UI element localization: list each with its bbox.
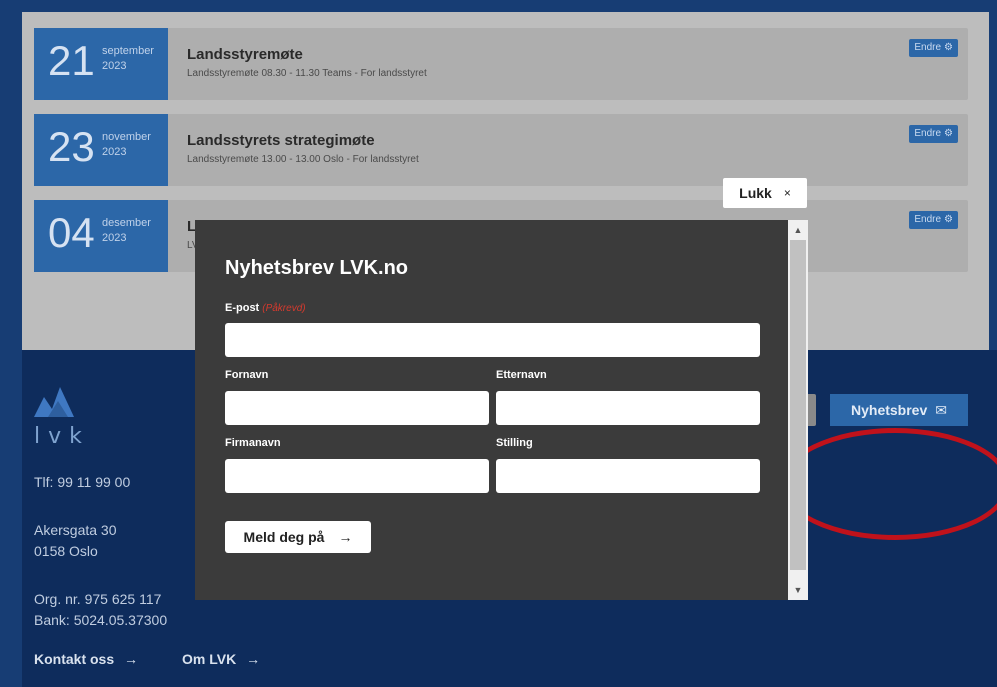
email-label-text: E-post	[225, 302, 260, 314]
footer-phone: Tlf: 99 11 99 00	[34, 474, 131, 490]
page-top-frame	[0, 0, 997, 12]
page-right-frame	[989, 0, 997, 350]
event-date: 04 desember 2023	[34, 200, 168, 272]
footer-org-nr: Org. nr. 975 625 117	[34, 591, 162, 607]
event-subtitle: Landsstyremøte 08.30 - 11.30 Teams - For…	[187, 68, 427, 79]
gear-icon: ⚙	[944, 128, 953, 139]
modal-scrollbar[interactable]: ▲ ▼	[788, 220, 808, 600]
position-label: Stilling	[496, 437, 533, 449]
envelope-icon: ✉	[935, 401, 947, 418]
company-label: Firmanavn	[225, 437, 281, 449]
event-month: september	[102, 45, 154, 57]
newsletter-button-label: Nyhetsbrev	[851, 402, 928, 418]
newsletter-modal: Nyhetsbrev LVK.no E-post (Påkrevd) Fornav…	[195, 220, 808, 600]
close-label: Lukk	[739, 185, 772, 201]
firstname-field[interactable]	[225, 391, 489, 425]
required-marker: (Påkrevd)	[262, 303, 306, 314]
footer-address-line1: Akersgata 30	[34, 522, 117, 538]
position-field[interactable]	[496, 459, 760, 493]
close-icon: ×	[783, 186, 791, 200]
edit-label: Endre	[914, 42, 942, 53]
scrollbar-thumb[interactable]	[790, 240, 806, 570]
about-link[interactable]: Om LVK →	[182, 651, 260, 667]
event-day: 04	[48, 209, 95, 256]
scroll-down-icon[interactable]: ▼	[788, 580, 808, 600]
subscribe-button[interactable]: Meld deg på →	[225, 521, 371, 553]
arrow-right-icon: →	[124, 651, 139, 667]
event-year: 2023	[102, 146, 127, 158]
event-title[interactable]: Landsstyrets strategimøte	[187, 132, 375, 149]
firstname-label: Fornavn	[225, 369, 269, 381]
gear-icon: ⚙	[944, 42, 953, 53]
edit-event-button[interactable]: Endre ⚙	[909, 125, 958, 143]
newsletter-button[interactable]: Nyhetsbrev ✉	[830, 394, 968, 426]
footer-address-line2: 0158 Oslo	[34, 543, 98, 559]
edit-event-button[interactable]: Endre ⚙	[909, 211, 958, 229]
event-subtitle: Landsstyremøte 13.00 - 13.00 Oslo - For …	[187, 154, 419, 165]
logo-text: lvk	[34, 424, 90, 449]
about-link-label: Om LVK	[182, 651, 237, 667]
event-year: 2023	[102, 60, 127, 72]
lastname-field[interactable]	[496, 391, 760, 425]
email-label: E-post (Påkrevd)	[225, 302, 306, 314]
gear-icon: ⚙	[944, 214, 953, 225]
scroll-up-icon[interactable]: ▲	[788, 220, 808, 240]
event-day: 21	[48, 37, 95, 84]
event-date: 21 september 2023	[34, 28, 168, 100]
event-date: 23 november 2023	[34, 114, 168, 186]
modal-title: Nyhetsbrev LVK.no	[225, 257, 408, 279]
subscribe-label: Meld deg på	[243, 529, 325, 545]
email-field[interactable]	[225, 323, 760, 357]
close-button[interactable]: Lukk ×	[723, 178, 807, 208]
lastname-label: Etternavn	[496, 369, 547, 381]
footer-bank: Bank: 5024.05.37300	[34, 612, 168, 628]
event-month: november	[102, 131, 151, 143]
event-year: 2023	[102, 232, 127, 244]
event-card[interactable]: 23 november 2023 Landsstyrets strategimø…	[34, 114, 968, 186]
event-card[interactable]: 21 september 2023 Landsstyremøte Landsst…	[34, 28, 968, 100]
arrow-right-icon: →	[246, 651, 261, 667]
arrow-right-icon: →	[338, 529, 353, 545]
contact-link[interactable]: Kontakt oss →	[34, 651, 138, 667]
event-month: desember	[102, 217, 151, 229]
annotation-circle	[780, 428, 997, 540]
event-title[interactable]: Landsstyremøte	[187, 46, 303, 63]
contact-link-label: Kontakt oss	[34, 651, 115, 667]
edit-label: Endre	[914, 214, 942, 225]
page-left-frame	[0, 0, 22, 687]
company-field[interactable]	[225, 459, 489, 493]
edit-label: Endre	[914, 128, 942, 139]
edit-event-button[interactable]: Endre ⚙	[909, 39, 958, 57]
event-day: 23	[48, 123, 95, 170]
